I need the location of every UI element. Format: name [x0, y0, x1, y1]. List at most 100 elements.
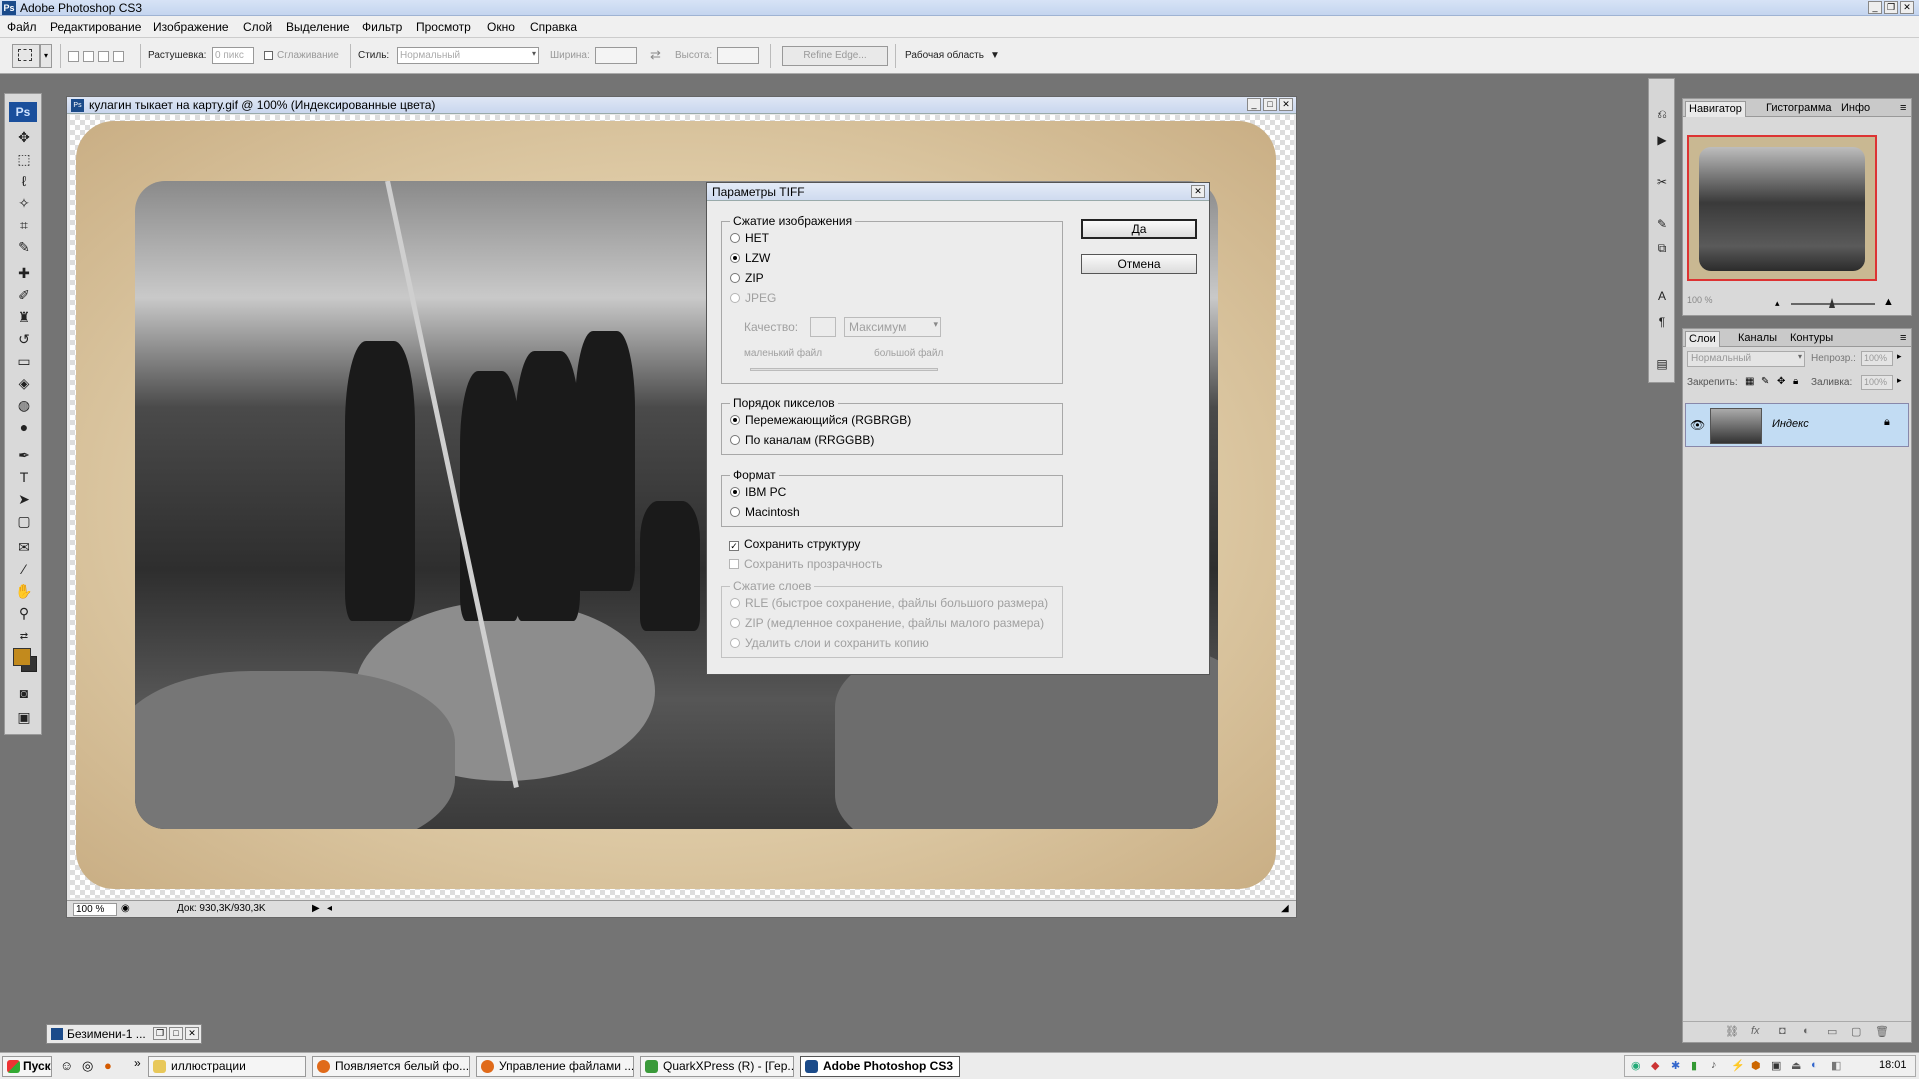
- menu-view[interactable]: Просмотр: [416, 20, 471, 34]
- fill-input[interactable]: 100%: [1861, 375, 1893, 390]
- clock[interactable]: 18:01: [1879, 1059, 1907, 1071]
- height-input[interactable]: [717, 47, 759, 64]
- tray-language-icon[interactable]: ◐: [1811, 1059, 1818, 1071]
- eye-icon[interactable]: 👁︎: [1690, 418, 1705, 432]
- fill-arrow-icon[interactable]: ▸: [1897, 375, 1902, 386]
- crop-tool-icon[interactable]: ⌗: [14, 216, 34, 234]
- resize-grip-icon[interactable]: ◢: [1281, 903, 1289, 914]
- intersect-selection-icon[interactable]: [113, 51, 124, 62]
- lock-transparent-icon[interactable]: ▦: [1745, 376, 1754, 387]
- menu-edit[interactable]: Редактирование: [50, 20, 141, 34]
- preset-dropdown-icon[interactable]: ▾: [40, 44, 52, 68]
- tray-network-icon[interactable]: ◉: [1631, 1059, 1641, 1072]
- navigator-zoom-field[interactable]: 100 %: [1685, 295, 1729, 309]
- lock-position-icon[interactable]: ✥: [1777, 376, 1785, 387]
- pixel-order-interleaved-radio[interactable]: Перемежающийся (RGBRGB): [730, 413, 911, 427]
- menu-window[interactable]: Окно: [487, 20, 515, 34]
- panel-menu-icon[interactable]: ≡: [1897, 101, 1909, 117]
- tool-presets-icon[interactable]: ✂: [1653, 173, 1671, 191]
- minimize-icon[interactable]: _: [1868, 1, 1882, 14]
- layer-name[interactable]: Индекс: [1772, 418, 1809, 430]
- tab-navigator[interactable]: Навигатор: [1685, 101, 1746, 117]
- layer-row[interactable]: 👁︎ Индекс 🔒︎: [1685, 403, 1909, 447]
- task-illustrations[interactable]: иллюстрации: [148, 1056, 306, 1077]
- magic-wand-icon[interactable]: ✧: [14, 194, 34, 212]
- tab-paths[interactable]: Контуры: [1787, 331, 1836, 347]
- menu-file[interactable]: Файл: [7, 20, 37, 34]
- menu-filter[interactable]: Фильтр: [362, 20, 402, 34]
- doc-maximize-icon[interactable]: □: [1263, 98, 1277, 111]
- status-info-icon[interactable]: ◉: [121, 903, 130, 914]
- tray-volume-icon[interactable]: ♪: [1711, 1059, 1717, 1071]
- move-tool-icon[interactable]: ✥: [14, 128, 34, 146]
- brush-tool-icon[interactable]: ✐: [14, 286, 34, 304]
- blend-mode-select[interactable]: Нормальный ▾: [1687, 351, 1805, 367]
- tray-power-icon[interactable]: ⚡: [1731, 1059, 1745, 1072]
- task-firefox-1[interactable]: Появляется белый фо...: [312, 1056, 470, 1077]
- paint-bucket-icon[interactable]: ◈: [14, 374, 34, 392]
- task-photoshop[interactable]: Adobe Photoshop CS3: [800, 1056, 960, 1077]
- layer-rle-radio[interactable]: RLE (быстрое сохранение, файлы большого …: [730, 596, 1048, 610]
- close-icon[interactable]: ✕: [185, 1027, 199, 1040]
- close-icon[interactable]: ✕: [1900, 1, 1914, 14]
- refine-edge-button[interactable]: Refine Edge...: [782, 46, 888, 66]
- blur-tool-icon[interactable]: ◍: [14, 396, 34, 414]
- pen-tool-icon[interactable]: ✒: [14, 446, 34, 464]
- navigator-thumbnail[interactable]: [1687, 135, 1877, 281]
- type-tool-icon[interactable]: T: [14, 468, 34, 486]
- tray-antivirus-icon[interactable]: ◆: [1651, 1059, 1659, 1072]
- compression-none-radio[interactable]: НЕТ: [730, 231, 769, 245]
- dodge-tool-icon[interactable]: ●: [14, 418, 34, 436]
- notes-tool-icon[interactable]: ✉: [14, 538, 34, 556]
- default-colors-icon[interactable]: ⇄: [14, 628, 34, 646]
- quality-preset-select[interactable]: Максимум ▾: [844, 317, 941, 337]
- task-firefox-2[interactable]: Управление файлами ...: [476, 1056, 634, 1077]
- minimized-document[interactable]: Безимени-1 ... ❐ □ ✕: [46, 1024, 202, 1044]
- swap-dimensions-icon[interactable]: ⇄: [650, 47, 661, 63]
- antialias-checkbox[interactable]: [264, 51, 273, 60]
- quality-slider[interactable]: [750, 368, 938, 371]
- clone-source-icon[interactable]: ⧉: [1653, 239, 1671, 257]
- restore-icon[interactable]: ❐: [153, 1027, 167, 1040]
- dialog-close-icon[interactable]: ✕: [1191, 185, 1205, 198]
- new-group-icon[interactable]: ▭: [1827, 1025, 1837, 1038]
- character-icon[interactable]: A: [1653, 287, 1671, 305]
- hand-tool-icon[interactable]: ✋: [14, 582, 34, 600]
- tray-misc-icon[interactable]: ◧: [1831, 1059, 1841, 1072]
- cancel-button[interactable]: Отмена: [1081, 254, 1197, 274]
- tab-layers[interactable]: Слои: [1685, 331, 1720, 347]
- opacity-input[interactable]: 100%: [1861, 351, 1893, 366]
- compression-lzw-radio[interactable]: LZW: [730, 251, 770, 265]
- adjustment-layer-icon[interactable]: ◐: [1803, 1025, 1810, 1037]
- style-select[interactable]: Нормальный ▾: [397, 47, 539, 64]
- zoom-level-field[interactable]: 100 %: [73, 903, 117, 916]
- layer-comps-icon[interactable]: ▤: [1653, 355, 1671, 373]
- panel-menu-icon[interactable]: ≡: [1897, 331, 1909, 347]
- compression-zip-radio[interactable]: ZIP: [730, 271, 764, 285]
- add-selection-icon[interactable]: [83, 51, 94, 62]
- new-selection-icon[interactable]: [68, 51, 79, 62]
- compression-jpeg-radio[interactable]: JPEG: [730, 291, 776, 305]
- quicklaunch-firefox-icon[interactable]: ●: [104, 1058, 112, 1073]
- menu-image[interactable]: Изображение: [153, 20, 229, 34]
- scroll-left-icon[interactable]: ◂: [327, 903, 332, 914]
- tray-safe-remove-icon[interactable]: ⏏: [1791, 1059, 1801, 1072]
- byte-order-mac-radio[interactable]: Macintosh: [730, 505, 800, 519]
- layer-discard-radio[interactable]: Удалить слои и сохранить копию: [730, 636, 929, 650]
- eraser-tool-icon[interactable]: ▭: [14, 352, 34, 370]
- marquee-tool-icon[interactable]: ⬚: [14, 150, 34, 168]
- tray-update-icon[interactable]: ⬢: [1751, 1059, 1761, 1072]
- zoom-in-icon[interactable]: ▲: [1883, 296, 1894, 308]
- tray-display-icon[interactable]: ▣: [1771, 1059, 1781, 1072]
- save-pyramid-checkbox[interactable]: ✓ Сохранить структуру: [729, 537, 860, 551]
- path-selection-icon[interactable]: ➤: [14, 490, 34, 508]
- menu-help[interactable]: Справка: [530, 20, 577, 34]
- task-quarkxpress[interactable]: QuarkXPress (R) - [Гер...: [640, 1056, 794, 1077]
- width-input[interactable]: [595, 47, 637, 64]
- actions-icon[interactable]: ▶: [1653, 131, 1671, 149]
- dialog-title-bar[interactable]: Параметры TIFF ✕: [707, 183, 1209, 201]
- subtract-selection-icon[interactable]: [98, 51, 109, 62]
- healing-brush-icon[interactable]: ✚: [14, 264, 34, 282]
- workspace-menu[interactable]: Рабочая область: [905, 50, 984, 61]
- shape-tool-icon[interactable]: ▢: [14, 512, 34, 530]
